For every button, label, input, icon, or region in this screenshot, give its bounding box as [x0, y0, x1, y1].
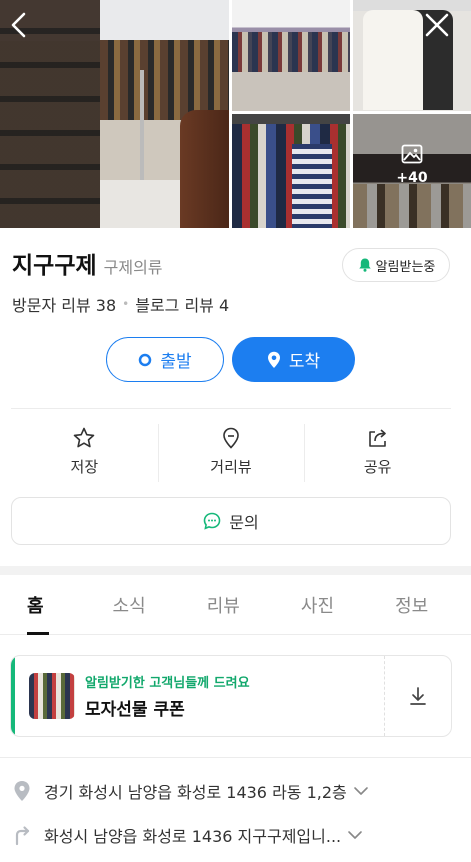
start-route-label: 출발 [160, 352, 192, 372]
tab-bar: 홈 소식 리뷰 사진 정보 [0, 575, 471, 635]
image-icon [401, 144, 423, 164]
notify-button[interactable]: 알림받는중 [342, 248, 450, 282]
photo-clothes-pole [140, 70, 144, 180]
more-photos[interactable]: +40 [353, 144, 471, 186]
star-icon [74, 427, 95, 448]
street-view-label: 거리뷰 [210, 458, 252, 476]
gallery-photo-store-aisle[interactable] [232, 0, 350, 111]
action-bar: 저장 거리뷰 공유 [11, 422, 451, 482]
arrive-route-button[interactable]: 도착 [232, 337, 355, 382]
start-route-button[interactable]: 출발 [106, 337, 224, 382]
save-label: 저장 [70, 458, 99, 476]
directions-text: 화성시 남양읍 화성로 1436 지구구제입니... [44, 827, 342, 846]
bell-icon [358, 258, 371, 272]
street-view-button[interactable]: 거리뷰 [157, 422, 305, 482]
divider [11, 408, 451, 409]
inquiry-button[interactable]: 문의 [11, 497, 451, 545]
share-icon [368, 429, 386, 447]
location-pin-icon [14, 781, 30, 801]
tab-news[interactable]: 소식 [82, 575, 176, 634]
share-label: 공유 [363, 458, 392, 476]
tab-info[interactable]: 정보 [365, 575, 459, 634]
address-row[interactable]: 경기 화성시 남양읍 화성로 1436 라동 1,2층 [12, 779, 369, 803]
place-name: 지구구제 [12, 253, 97, 279]
section-divider [0, 566, 471, 575]
close-button[interactable] [418, 6, 456, 44]
arrive-route-label: 도착 [288, 352, 321, 372]
map-pin-icon [223, 427, 239, 449]
place-title-row: 지구구제 구제의류 [12, 246, 163, 280]
visitor-review-link[interactable]: 방문자 리뷰 38 [12, 292, 116, 316]
tab-photos[interactable]: 사진 [270, 575, 364, 634]
photo-clothes [232, 32, 350, 72]
chevron-left-icon [11, 12, 26, 38]
divider [0, 757, 471, 758]
place-category: 구제의류 [103, 258, 163, 277]
back-button[interactable] [0, 6, 38, 44]
directions-row[interactable]: 화성시 남양읍 화성로 1436 지구구제입니... [12, 823, 363, 847]
coupon-text: 알림받기한 고객님들께 드려요 모자선물 쿠폰 [85, 672, 250, 720]
photo-hanging-bags [100, 40, 229, 120]
notify-label: 알림받는중 [375, 259, 436, 275]
coupon-title: 모자선물 쿠폰 [85, 700, 185, 720]
review-summary: 방문자 리뷰 38 • 블로그 리뷰 4 [12, 292, 229, 316]
coupon-download-button[interactable] [385, 656, 451, 736]
close-icon [425, 13, 449, 37]
tab-home[interactable]: 홈 [0, 575, 82, 635]
tab-reviews[interactable]: 리뷰 [176, 575, 270, 634]
blog-review-link[interactable]: 블로그 리뷰 4 [135, 292, 229, 316]
photo-coat [180, 110, 229, 228]
origin-dot-icon [139, 353, 152, 366]
photo-clothes [232, 124, 350, 228]
photo-shirt [363, 10, 423, 110]
coupon-card[interactable]: 알림받기한 고객님들께 드려요 모자선물 쿠폰 [10, 655, 452, 737]
inquiry-label: 문의 [229, 513, 259, 532]
coupon-thumbnail [29, 673, 75, 719]
chat-bubble-icon [203, 512, 221, 530]
photo-gallery[interactable]: +40 [0, 0, 471, 228]
location-pin-icon [267, 351, 280, 368]
share-button[interactable]: 공유 [304, 422, 451, 482]
save-button[interactable]: 저장 [11, 422, 158, 482]
download-icon [410, 687, 426, 705]
address-text: 경기 화성시 남양읍 화성로 1436 라동 1,2층 [44, 783, 347, 802]
turn-arrow-icon [15, 826, 30, 846]
chevron-down-icon [353, 787, 368, 795]
coupon-body[interactable]: 알림받기한 고객님들께 드려요 모자선물 쿠폰 [15, 656, 385, 736]
chevron-down-icon [348, 831, 362, 839]
gallery-photo-rack[interactable] [232, 114, 350, 228]
separator-dot: • [122, 297, 130, 311]
photo-striped-shirt [292, 144, 332, 228]
more-photos-count: +40 [396, 170, 428, 186]
coupon-subtitle: 알림받기한 고객님들께 드려요 [85, 676, 250, 691]
